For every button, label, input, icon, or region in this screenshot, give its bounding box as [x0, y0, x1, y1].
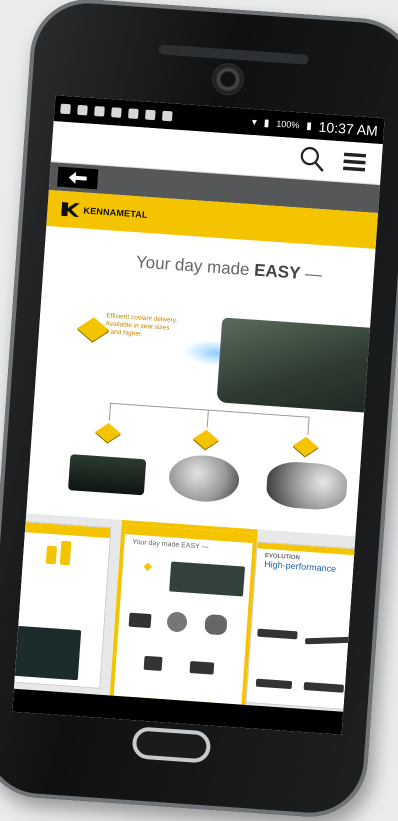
- connector-line: [108, 402, 112, 421]
- clock: 10:37 AM: [318, 118, 379, 139]
- connector-line: [307, 416, 310, 435]
- notification-icon: [60, 103, 71, 115]
- usb-icon: [77, 104, 88, 116]
- thumb-tool-image: [204, 613, 228, 636]
- kennametal-k-icon: [61, 202, 80, 217]
- thumb-tool-image: [257, 628, 298, 640]
- tool-variant-2-image: [167, 453, 241, 504]
- battery-percent: 100%: [275, 118, 300, 131]
- thumbnail-page-1[interactable]: [12, 520, 112, 689]
- hero-headline: Your day made EASY —: [135, 252, 322, 285]
- back-button[interactable]: [57, 166, 99, 190]
- battery-icon: ▮: [305, 120, 313, 132]
- thumb-tool-image: [305, 636, 352, 645]
- thumb-chart-bar: [45, 545, 57, 565]
- thumb-tool-image: [303, 682, 345, 693]
- thumb-tool-image: [128, 612, 152, 629]
- thumb-chart-bar: [59, 540, 72, 566]
- thumb-tool-image: [189, 661, 215, 675]
- option-cube-icon: [292, 436, 319, 457]
- kennametal-logo: KENNAMETAL: [61, 202, 148, 222]
- phone-frame: ▾ ▮ 100% ▮ 10:37 AM KENNAMETAL Your day …: [0, 0, 398, 821]
- thumb-tool-image: [143, 655, 163, 672]
- option-cube-icon: [95, 423, 121, 443]
- brand-name: KENNAMETAL: [83, 205, 149, 220]
- thumb-tool-image: [12, 625, 82, 681]
- headline-bold: EASY: [253, 260, 302, 283]
- phone-screen: ▾ ▮ 100% ▮ 10:37 AM KENNAMETAL Your day …: [12, 95, 385, 735]
- tool-variant-1-image: [67, 454, 147, 496]
- thumb-cube-icon: [143, 562, 153, 572]
- wifi-icon: ▾: [251, 116, 258, 128]
- feature-text: Efficient coolant delivery. Available in…: [105, 312, 178, 341]
- app-icon: [94, 105, 105, 117]
- signal-icon: ▮: [263, 117, 270, 129]
- tool-variant-3-image: [265, 459, 349, 512]
- gallery-icon: [128, 108, 139, 120]
- thumb-tool-image: [255, 678, 293, 690]
- hero-brochure-page: Your day made EASY — Efficient coolant d…: [27, 229, 376, 518]
- page-thumbnail-strip: Your day made EASY — EVOLUTION High-perf…: [12, 513, 369, 712]
- search-icon[interactable]: [299, 145, 327, 173]
- thumb-tool-image: [169, 561, 246, 597]
- thumbnail-page-2[interactable]: Your day made EASY —: [109, 519, 258, 709]
- home-button[interactable]: [131, 726, 212, 764]
- hamburger-menu-icon[interactable]: [342, 152, 367, 172]
- main-tool-image: [216, 317, 373, 413]
- back-arrow-icon: [68, 171, 87, 184]
- play-icon: [161, 110, 173, 122]
- thumb-header: [17, 521, 111, 539]
- option-cube-icon: [192, 429, 219, 450]
- thumb-tool-image: [166, 611, 188, 633]
- headline-prefix: Your day made: [135, 252, 255, 280]
- headline-suffix: —: [299, 263, 323, 285]
- file-icon: [144, 109, 156, 121]
- voicemail-icon: [111, 107, 122, 118]
- connector-line: [206, 409, 209, 428]
